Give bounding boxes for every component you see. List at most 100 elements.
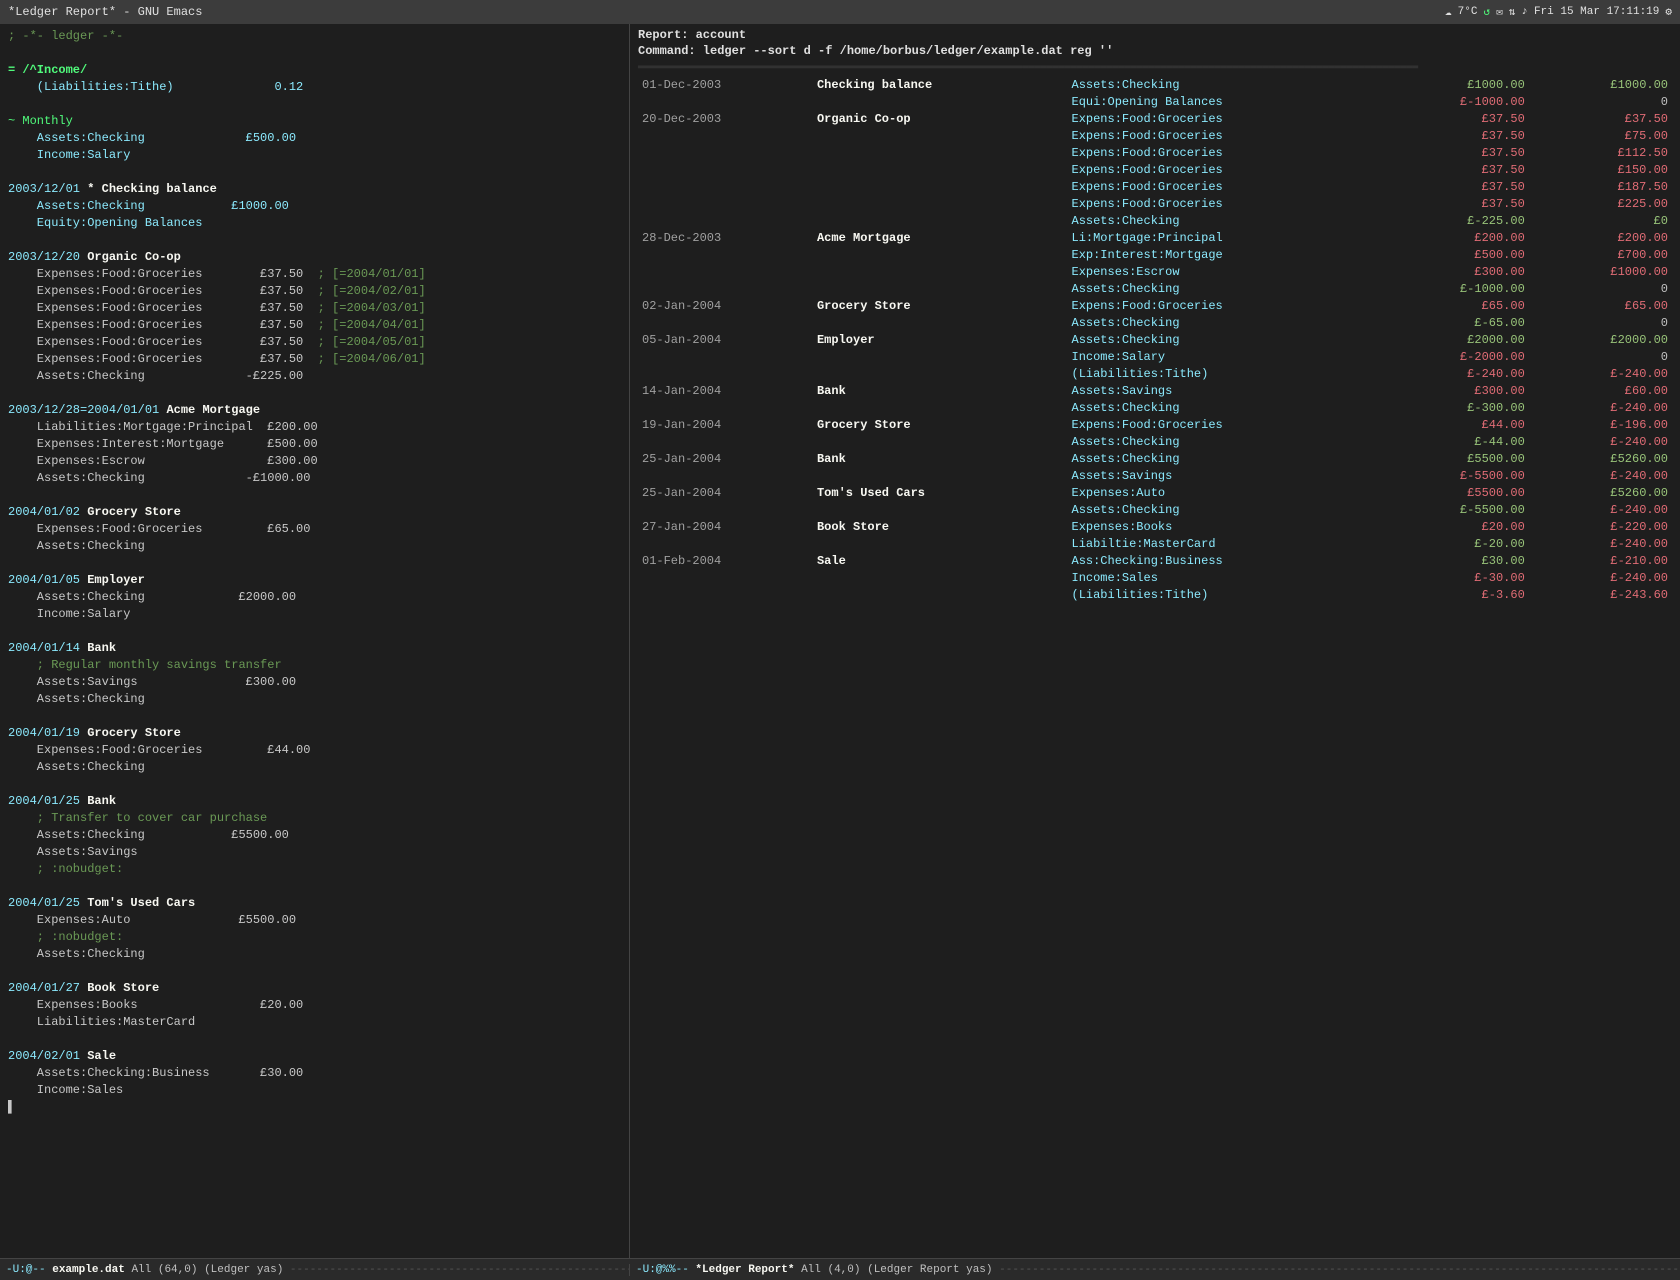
col-amount: £37.50 [1386, 128, 1529, 145]
left-pane-line: Expenses:Food:Groceries £37.50 ; [=2004/… [8, 334, 621, 351]
col-running: £5260.00 [1529, 485, 1672, 502]
col-running: 0 [1529, 315, 1672, 332]
report-table: 01-Dec-2003 Checking balance Assets:Chec… [638, 77, 1672, 604]
col-date [638, 400, 813, 417]
col-running: £5260.00 [1529, 451, 1672, 468]
col-amount: £500.00 [1386, 247, 1529, 264]
app-title: *Ledger Report* - GNU Emacs [8, 5, 202, 19]
col-date [638, 145, 813, 162]
left-pane-line: 2004/01/25 Bank [8, 793, 621, 810]
table-row: Assets:Checking £-225.00 £0 [638, 213, 1672, 230]
col-payee [813, 502, 1068, 519]
col-amount: £300.00 [1386, 383, 1529, 400]
table-row: (Liabilities:Tithe) £-240.00 £-240.00 [638, 366, 1672, 383]
left-pane-line: 2003/12/28=2004/01/01 Acme Mortgage [8, 402, 621, 419]
left-pane-line: ~ Monthly [8, 113, 621, 130]
col-account: Assets:Checking [1068, 77, 1386, 94]
col-running: £-210.00 [1529, 553, 1672, 570]
table-row: 27-Jan-2004 Book Store Expenses:Books £2… [638, 519, 1672, 536]
col-date [638, 315, 813, 332]
col-date [638, 349, 813, 366]
left-pane-line: 2004/01/19 Grocery Store [8, 725, 621, 742]
right-mode: -U:@%%-- [636, 1264, 689, 1276]
left-pane-line: 2004/01/27 Book Store [8, 980, 621, 997]
col-payee [813, 468, 1068, 485]
col-date: 25-Jan-2004 [638, 451, 813, 468]
mail-icon[interactable]: ✉ [1496, 5, 1503, 19]
right-mode-string: (Ledger Report yas) [867, 1264, 992, 1276]
temperature: 7°C [1458, 6, 1478, 18]
col-account: Assets:Savings [1068, 468, 1386, 485]
network-icon: ⇅ [1509, 5, 1516, 19]
col-date [638, 502, 813, 519]
col-date [638, 128, 813, 145]
left-pane-line: 2004/01/25 Tom's Used Cars [8, 895, 621, 912]
left-pane-line: Assets:Checking -£1000.00 [8, 470, 621, 487]
table-row: 01-Dec-2003 Checking balance Assets:Chec… [638, 77, 1672, 94]
table-row: Expens:Food:Groceries £37.50 £150.00 [638, 162, 1672, 179]
col-running: £1000.00 [1529, 264, 1672, 281]
report-command: Command: ledger --sort d -f /home/borbus… [638, 44, 1672, 58]
status-bar: -U:@-- example.dat All (64,0) (Ledger ya… [0, 1258, 1680, 1280]
col-running: £200.00 [1529, 230, 1672, 247]
col-running: £700.00 [1529, 247, 1672, 264]
left-pane-line [8, 45, 621, 62]
col-account: Expenses:Escrow [1068, 264, 1386, 281]
audio-icon[interactable]: ♪ [1521, 6, 1528, 18]
col-running: £-240.00 [1529, 536, 1672, 553]
col-running: £37.50 [1529, 111, 1672, 128]
left-pane-line: Assets:Checking [8, 946, 621, 963]
col-running: £-220.00 [1529, 519, 1672, 536]
left-pane-line: Expenses:Food:Groceries £37.50 ; [=2004/… [8, 300, 621, 317]
col-date [638, 468, 813, 485]
main-area: ; -*- ledger -*- = /^Income/ (Liabilitie… [0, 24, 1680, 1258]
col-running: £1000.00 [1529, 77, 1672, 94]
left-pane-line: (Liabilities:Tithe) 0.12 [8, 79, 621, 96]
left-pane-line: Income:Sales [8, 1082, 621, 1099]
right-position: All (4,0) [801, 1264, 860, 1276]
left-pane-line: Assets:Checking £1000.00 [8, 198, 621, 215]
left-pane-line: 2003/12/01 * Checking balance [8, 181, 621, 198]
table-row: Assets:Checking £-44.00 £-240.00 [638, 434, 1672, 451]
col-payee [813, 162, 1068, 179]
refresh-icon[interactable]: ↺ [1483, 5, 1490, 19]
col-running: 0 [1529, 349, 1672, 366]
col-date [638, 434, 813, 451]
left-pane-line [8, 708, 621, 725]
col-payee: Bank [813, 451, 1068, 468]
col-account: Income:Sales [1068, 570, 1386, 587]
col-account: Expens:Food:Groceries [1068, 179, 1386, 196]
right-pane: Report: account Command: ledger --sort d… [630, 24, 1680, 1258]
left-pane-line: ; -*- ledger -*- [8, 28, 621, 45]
col-running: £0 [1529, 213, 1672, 230]
report-label: Report: account [638, 28, 1672, 42]
settings-icon[interactable]: ⚙ [1665, 5, 1672, 19]
table-row: Assets:Checking £-300.00 £-240.00 [638, 400, 1672, 417]
table-row: Expens:Food:Groceries £37.50 £75.00 [638, 128, 1672, 145]
col-date [638, 179, 813, 196]
col-account: Expens:Food:Groceries [1068, 298, 1386, 315]
right-filename: *Ledger Report* [695, 1264, 794, 1276]
weather-icon: ☁ [1445, 5, 1452, 19]
col-running: £-243.60 [1529, 587, 1672, 604]
left-pane-line: Assets:Checking -£225.00 [8, 368, 621, 385]
col-account: Expens:Food:Groceries [1068, 162, 1386, 179]
title-bar: *Ledger Report* - GNU Emacs ☁ 7°C ↺ ✉ ⇅ … [0, 0, 1680, 24]
col-payee: Bank [813, 383, 1068, 400]
table-row: 14-Jan-2004 Bank Assets:Savings £300.00 … [638, 383, 1672, 400]
left-pane-line: 2004/01/05 Employer [8, 572, 621, 589]
left-pane-line [8, 385, 621, 402]
left-pane-line [8, 623, 621, 640]
col-amount: £-1000.00 [1386, 281, 1529, 298]
left-pane-line: Assets:Checking £500.00 [8, 130, 621, 147]
left-pane-line: Assets:Savings £300.00 [8, 674, 621, 691]
col-date [638, 247, 813, 264]
col-payee [813, 400, 1068, 417]
col-payee [813, 434, 1068, 451]
col-running: £-240.00 [1529, 366, 1672, 383]
col-running: £225.00 [1529, 196, 1672, 213]
table-row: Assets:Checking £-5500.00 £-240.00 [638, 502, 1672, 519]
col-payee: Grocery Store [813, 417, 1068, 434]
col-payee [813, 281, 1068, 298]
left-pane-line: ; Transfer to cover car purchase [8, 810, 621, 827]
